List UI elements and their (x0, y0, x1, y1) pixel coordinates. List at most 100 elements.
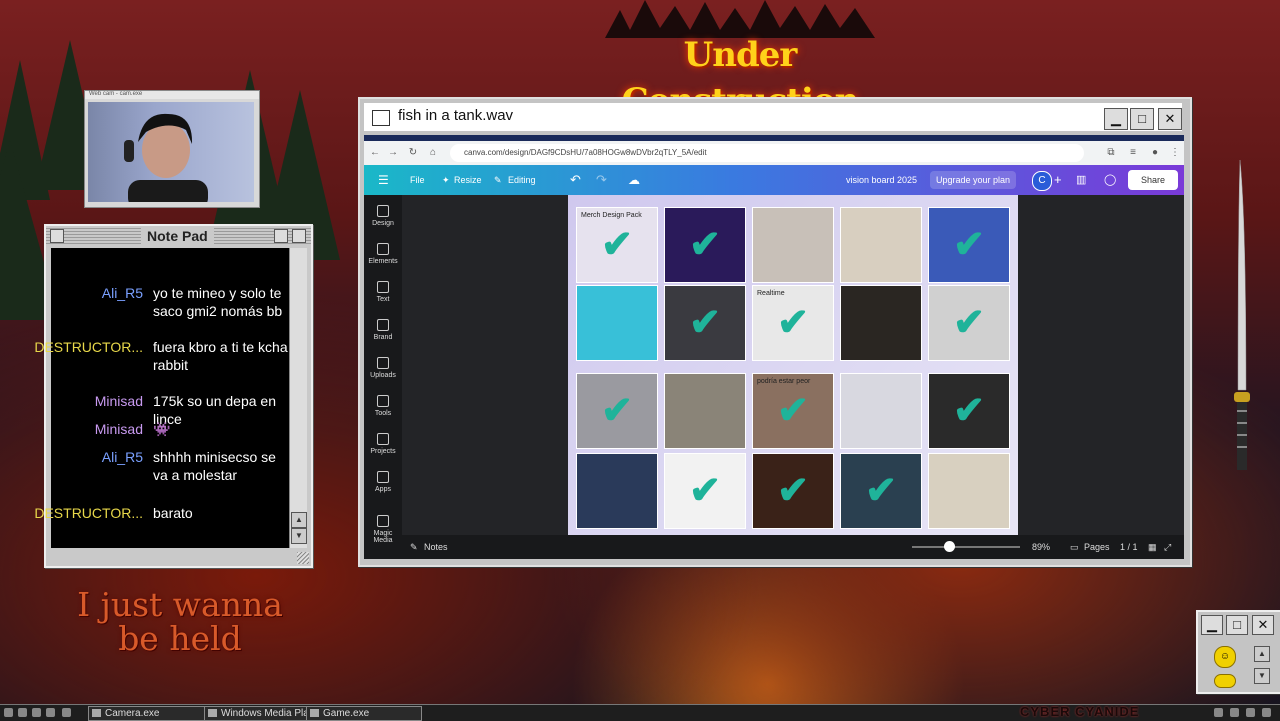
scroll-up-arrow-icon[interactable]: ▲ (291, 512, 307, 528)
menu-editing[interactable]: Editing (508, 165, 536, 195)
board-image[interactable]: podría estar peor ✔ (752, 373, 834, 449)
quicklaunch-icon[interactable] (46, 708, 55, 717)
more-icon[interactable]: ⋮ (1168, 146, 1182, 160)
collapse-box-icon[interactable] (292, 229, 306, 243)
board-image[interactable] (664, 373, 746, 449)
sidebar-item-text[interactable]: Text (364, 281, 402, 303)
widget-close-button[interactable]: ✕ (1252, 615, 1274, 635)
smiley-icon[interactable]: ☺ (1214, 646, 1236, 668)
quicklaunch-icon[interactable] (32, 708, 41, 717)
extensions-icon[interactable]: ⧉ (1104, 146, 1118, 160)
sidebar-item-brand[interactable]: Brand (364, 319, 402, 341)
zoom-level[interactable]: 89% (1032, 535, 1050, 559)
board-image[interactable] (840, 207, 922, 283)
chat-username[interactable]: DESTRUCTOR... (34, 338, 143, 356)
menu-file[interactable]: File (410, 165, 425, 195)
home-icon[interactable]: ⌂ (426, 146, 440, 160)
board-image[interactable] (576, 285, 658, 361)
tray-icon[interactable] (1230, 708, 1239, 717)
add-icon[interactable]: + (1054, 165, 1062, 195)
sidebar-item-magic-media[interactable]: Magic Media (364, 515, 402, 544)
media-window[interactable]: fish in a tank.wav ▁ □ ✕ ← → ↻ ⌂ canva.c… (358, 97, 1192, 567)
sidebar-item-projects[interactable]: Projects (364, 433, 402, 455)
board-image[interactable] (840, 373, 922, 449)
sidebar-item-apps[interactable]: Apps (364, 471, 402, 493)
taskbar-game[interactable]: Game.exe (306, 706, 422, 721)
board-image[interactable] (576, 453, 658, 529)
notepad-titlebar[interactable]: Note Pad (46, 226, 311, 246)
menu-icon[interactable]: ≡ (1126, 146, 1140, 160)
minimize-button[interactable]: ▁ (1104, 108, 1128, 130)
widget-scroll-up-icon[interactable]: ▲ (1254, 646, 1270, 662)
board-image[interactable] (928, 453, 1010, 529)
zoom-slider[interactable] (912, 546, 1020, 548)
sidebar-item-tools[interactable]: Tools (364, 395, 402, 417)
chat-scrollbar[interactable]: ▲ ▼ (289, 248, 307, 548)
taskbar-media-player[interactable]: Windows Media Pla (204, 706, 316, 721)
widget-minimize-button[interactable]: ▁ (1201, 615, 1223, 635)
grid-view-icon[interactable]: ▦ (1148, 535, 1157, 559)
tray-icon[interactable] (1214, 708, 1223, 717)
share-button[interactable]: Share (1128, 170, 1178, 190)
cloud-sync-icon[interactable]: ☁ (628, 165, 640, 195)
redo-icon[interactable]: ↷ (596, 165, 607, 195)
menu-resize[interactable]: Resize (454, 165, 482, 195)
zoom-slider-handle[interactable] (944, 541, 955, 552)
widget-maximize-button[interactable]: □ (1226, 615, 1248, 635)
upgrade-button[interactable]: Upgrade your plan (930, 171, 1017, 189)
webcam-window[interactable]: Web cam - cam.exe (84, 90, 260, 208)
close-button[interactable]: ✕ (1158, 108, 1182, 130)
tray-icon[interactable] (1262, 708, 1271, 717)
maximize-button[interactable]: □ (1130, 108, 1154, 130)
smiley-icon[interactable] (1214, 674, 1236, 688)
sidebar-item-elements[interactable]: Elements (364, 243, 402, 265)
vision-board[interactable]: Merch Design Pack ✔ ✔ ✔ ✔ Realtime ✔ ✔ ✔ podría e… (568, 195, 1018, 535)
chat-username[interactable]: Ali_R5 (102, 448, 143, 466)
taskbar-camera[interactable]: Camera.exe (88, 706, 212, 721)
undo-icon[interactable]: ↶ (570, 165, 581, 195)
notes-button[interactable]: Notes (424, 535, 448, 559)
close-box-icon[interactable] (50, 229, 64, 243)
forward-icon[interactable]: → (386, 146, 400, 160)
board-image[interactable]: ✔ (928, 373, 1010, 449)
board-image[interactable]: ✔ (928, 285, 1010, 361)
sidebar-item-uploads[interactable]: Uploads (364, 357, 402, 379)
board-image[interactable]: ✔ (576, 373, 658, 449)
back-icon[interactable]: ← (368, 146, 382, 160)
widget-scroll-down-icon[interactable]: ▼ (1254, 668, 1270, 684)
chat-username[interactable]: Ali_R5 (102, 284, 143, 302)
hamburger-icon[interactable]: ☰ (378, 165, 389, 195)
chat-username[interactable]: Minisad (95, 420, 143, 438)
mini-widget-window[interactable]: ▁ □ ✕ ☺ ▲ ▼ (1196, 610, 1280, 694)
board-image[interactable]: ✔ (664, 453, 746, 529)
profile-icon[interactable]: ● (1148, 146, 1162, 160)
fullscreen-icon[interactable]: ⤢ (1164, 535, 1171, 559)
scroll-down-arrow-icon[interactable]: ▼ (291, 528, 307, 544)
analytics-icon[interactable]: ▥ (1076, 165, 1086, 195)
board-image[interactable]: ✔ (928, 207, 1010, 283)
quicklaunch-icon[interactable] (18, 708, 27, 717)
quicklaunch-icon[interactable] (62, 708, 71, 717)
pages-button[interactable]: Pages (1084, 535, 1110, 559)
start-icon[interactable] (4, 708, 13, 717)
chat-username[interactable]: DESTRUCTOR... (34, 504, 143, 522)
chat-username[interactable]: Minisad (95, 392, 143, 410)
notepad-window[interactable]: Note Pad Ali_R5 yo te mineo y solo te sac… (34, 224, 313, 568)
board-image[interactable]: ✔ (840, 453, 922, 529)
tray-icon[interactable] (1246, 708, 1255, 717)
address-bar[interactable]: canva.com/design/DAGf9CDsHU/7a08HOGw8wDV… (450, 144, 1084, 162)
avatar[interactable]: C (1032, 171, 1052, 191)
design-name[interactable]: vision board 2025 (846, 165, 917, 195)
zoom-box-icon[interactable] (274, 229, 288, 243)
window-titlebar[interactable]: fish in a tank.wav ▁ □ ✕ (364, 103, 1182, 131)
reload-icon[interactable]: ↻ (406, 146, 420, 160)
board-image[interactable] (752, 207, 834, 283)
comment-icon[interactable]: ◯ (1104, 165, 1116, 195)
canvas-area[interactable]: Merch Design Pack ✔ ✔ ✔ ✔ Realtime ✔ ✔ ✔ podría e… (402, 195, 1184, 535)
board-image[interactable]: Realtime ✔ (752, 285, 834, 361)
board-image[interactable]: Merch Design Pack ✔ (576, 207, 658, 283)
sidebar-item-design[interactable]: Design (364, 205, 402, 227)
board-image[interactable]: ✔ (752, 453, 834, 529)
board-image[interactable]: ✔ (664, 207, 746, 283)
board-image[interactable]: ✔ (664, 285, 746, 361)
